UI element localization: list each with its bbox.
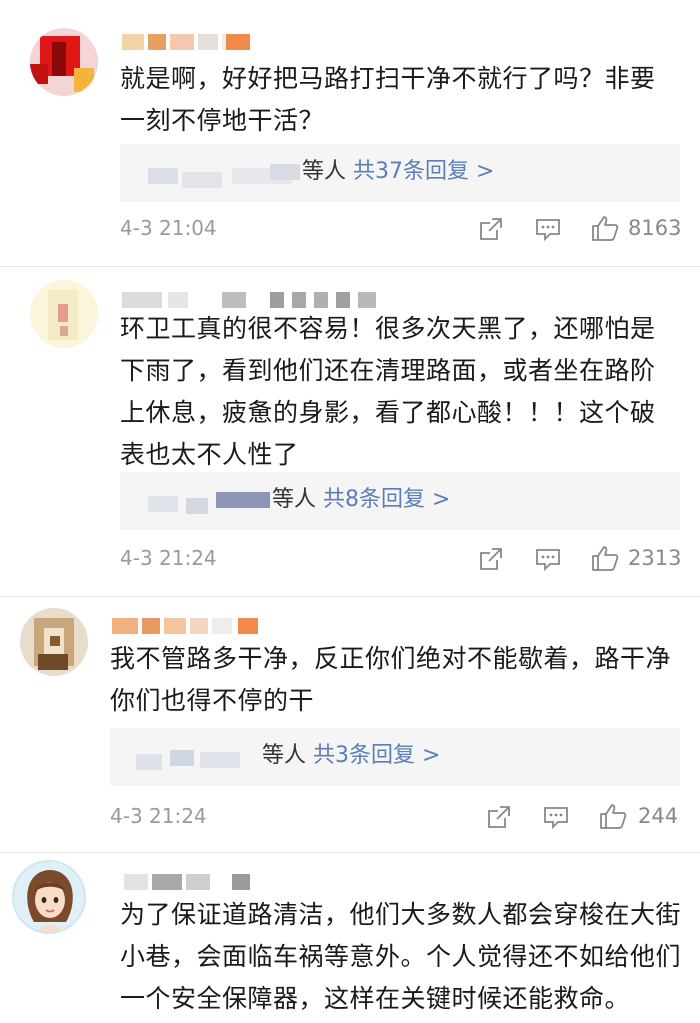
username[interactable] xyxy=(112,618,262,636)
reply-box[interactable]: 等人 共3条回复 > xyxy=(110,728,680,786)
comment-time: 4-3 21:24 xyxy=(110,804,207,828)
user-avatar[interactable] xyxy=(12,860,86,934)
divider xyxy=(0,266,700,267)
user-avatar[interactable] xyxy=(30,28,98,96)
view-replies-link[interactable]: 共8条回复 > xyxy=(323,487,450,512)
comment-icon[interactable] xyxy=(534,216,562,242)
comment-1: 就是啊，好好把马路打扫干净不就行了吗？非要一刻不停地干活？ 等人 共37条回复 … xyxy=(0,0,700,260)
reply-box[interactable]: 等人 共8条回复 > xyxy=(120,472,680,530)
comment-text: 就是啊，好好把马路打扫干净不就行了吗？非要一刻不停地干活？ xyxy=(120,64,656,135)
comment-time: 4-3 21:24 xyxy=(120,546,217,570)
share-icon[interactable] xyxy=(478,216,504,242)
comment-time: 4-3 21:04 xyxy=(120,216,217,240)
comment-text: 环卫工真的很不容易！很多次天黑了，还哪怕是下雨了，看到他们还在清理路面，或者坐在… xyxy=(120,314,656,469)
user-avatar[interactable] xyxy=(20,608,88,676)
comment-icon[interactable] xyxy=(534,546,562,572)
like-count: 244 xyxy=(638,804,679,828)
user-avatar[interactable] xyxy=(30,280,98,348)
like-icon[interactable] xyxy=(590,544,620,572)
share-icon[interactable] xyxy=(478,546,504,572)
reply-users-suffix: 等人 xyxy=(272,487,317,512)
comment-icon[interactable] xyxy=(542,804,570,830)
comment-3: 我不管路多干净，反正你们绝对不能歇着，路干净你们也得不停的干 等人 共3条回复 … xyxy=(0,600,700,850)
view-replies-link[interactable]: 共3条回复 > xyxy=(313,743,440,768)
like-count: 8163 xyxy=(628,216,682,240)
like-icon[interactable] xyxy=(590,214,620,242)
share-icon[interactable] xyxy=(486,804,512,830)
divider xyxy=(0,852,700,853)
comment-4: 为了保证道路清洁，他们大多数人都会穿梭在大街小巷，会面临车祸等意外。个人觉得还不… xyxy=(0,856,700,1023)
divider xyxy=(0,596,700,597)
comment-text: 我不管路多干净，反正你们绝对不能歇着，路干净你们也得不停的干 xyxy=(110,644,672,715)
reply-users-suffix: 等人 xyxy=(302,159,347,184)
like-count: 2313 xyxy=(628,546,682,570)
comment-text: 为了保证道路清洁，他们大多数人都会穿梭在大街小巷，会面临车祸等意外。个人觉得还不… xyxy=(120,900,682,1013)
comment-2: 环卫工真的很不容易！很多次天黑了，还哪怕是下雨了，看到他们还在清理路面，或者坐在… xyxy=(0,270,700,590)
user-badge xyxy=(226,34,250,52)
reply-box[interactable]: 等人 共37条回复 > xyxy=(120,144,680,202)
reply-users-suffix: 等人 xyxy=(262,743,307,768)
like-icon[interactable] xyxy=(598,802,628,830)
view-replies-link[interactable]: 共37条回复 > xyxy=(353,159,494,184)
username[interactable] xyxy=(124,874,264,892)
